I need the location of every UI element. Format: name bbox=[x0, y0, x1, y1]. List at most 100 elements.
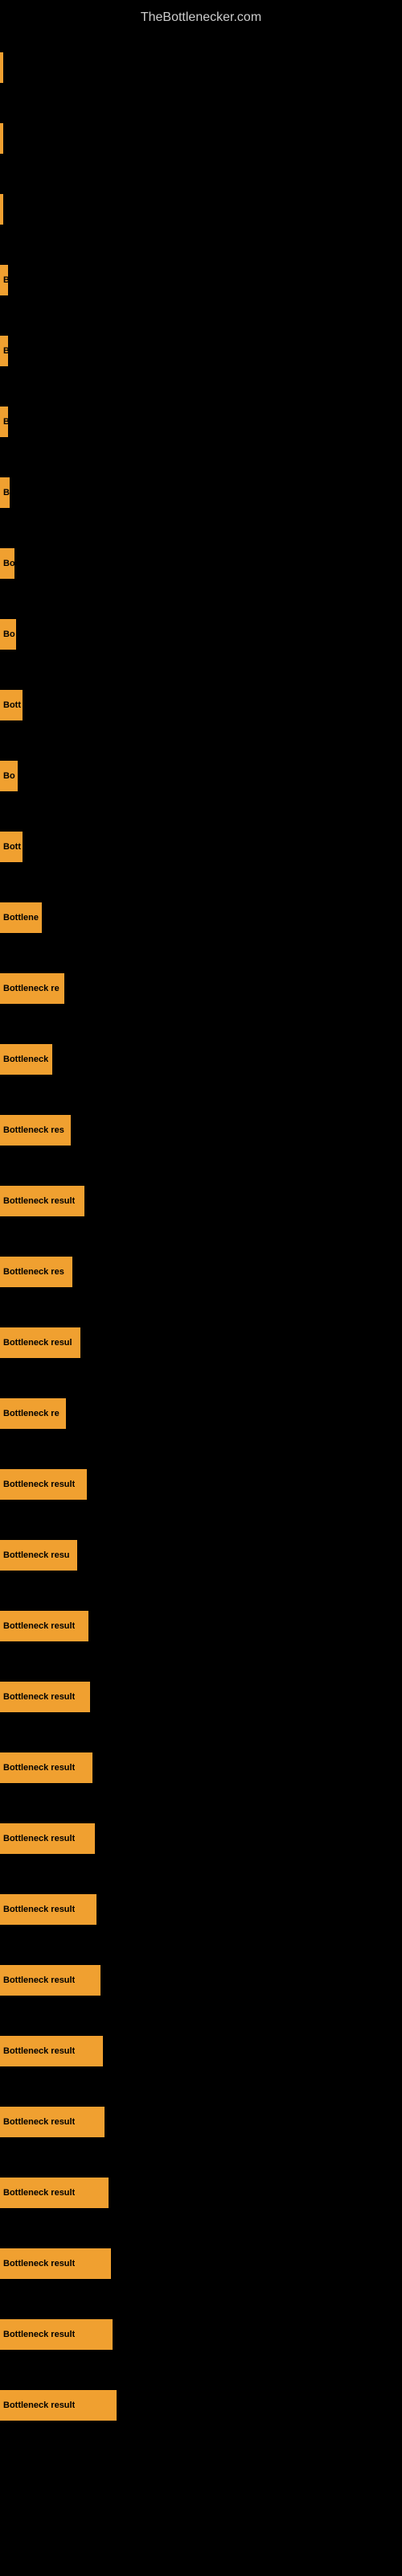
bar-item: Bottleneck re bbox=[0, 973, 64, 1004]
bar-row: Bo bbox=[0, 741, 402, 811]
site-title: TheBottlenecker.com bbox=[0, 4, 402, 31]
bar-label: Bottleneck result bbox=[3, 1905, 75, 1914]
bar-item: Bottleneck result bbox=[0, 2036, 103, 2066]
bar-row: Bo bbox=[0, 528, 402, 599]
bar-label: Bottleneck result bbox=[3, 1621, 75, 1631]
bar-label: Bottleneck result bbox=[3, 1834, 75, 1843]
bar-row: B bbox=[0, 457, 402, 528]
bar-item: Bottleneck result bbox=[0, 2390, 117, 2421]
bar-item: Bottleneck result bbox=[0, 1469, 87, 1500]
bar-row: Bottleneck result bbox=[0, 2228, 402, 2299]
bar-item: Bottleneck result bbox=[0, 2107, 105, 2137]
bar-label: Bottleneck re bbox=[3, 1409, 59, 1418]
bar-row: Bottleneck result bbox=[0, 2157, 402, 2228]
bar-label: Bottleneck result bbox=[3, 2188, 75, 2198]
bar-label: Bott bbox=[3, 842, 21, 852]
bar-row: B bbox=[0, 245, 402, 316]
bars-container: | | | B B B B Bo Bo Bott Bo Bott Bottlene Bottleneck … bbox=[0, 32, 402, 2441]
bar-label: Bottleneck resu bbox=[3, 1550, 70, 1560]
bar-item: Bottleneck resu bbox=[0, 1540, 77, 1571]
bar-label: Bo bbox=[3, 630, 15, 639]
bar-item: Bottleneck result bbox=[0, 1823, 95, 1854]
bar-item: Bottleneck res bbox=[0, 1115, 71, 1146]
bar-row: Bottleneck result bbox=[0, 2299, 402, 2370]
bar-row: Bottleneck result bbox=[0, 1166, 402, 1236]
bar-item: Bottleneck result bbox=[0, 1965, 100, 1996]
bar-row: Bottleneck resu bbox=[0, 1520, 402, 1591]
bar-row: Bottleneck result bbox=[0, 1945, 402, 2016]
bar-label: Bottleneck result bbox=[3, 2401, 75, 2410]
bar-item: Bottleneck result bbox=[0, 2178, 109, 2208]
bar-label: Bottleneck bbox=[3, 1055, 48, 1064]
bar-item: Bo bbox=[0, 548, 14, 579]
bar-item: B bbox=[0, 336, 8, 366]
bar-label: Bottleneck result bbox=[3, 2259, 75, 2268]
bar-row: Bottleneck result bbox=[0, 1662, 402, 1732]
bar-row: Bottleneck result bbox=[0, 1732, 402, 1803]
bar-label: Bottleneck result bbox=[3, 1692, 75, 1702]
bar-row: Bottleneck bbox=[0, 1024, 402, 1095]
bar-row: B bbox=[0, 316, 402, 386]
bar-row: Bottleneck res bbox=[0, 1095, 402, 1166]
bar-item: Bottleneck result bbox=[0, 1682, 90, 1712]
bar-item: Bottleneck res bbox=[0, 1257, 72, 1287]
bar-label: B bbox=[3, 488, 10, 497]
bar-label: Bottleneck result bbox=[3, 1763, 75, 1773]
bar-item: Bo bbox=[0, 761, 18, 791]
bar-label: Bott bbox=[3, 700, 21, 710]
bar-item: | bbox=[0, 123, 3, 154]
bar-label: B bbox=[3, 417, 8, 427]
bar-item: Bo bbox=[0, 619, 16, 650]
bar-item: | bbox=[0, 194, 3, 225]
bar-item: B bbox=[0, 477, 10, 508]
bar-label: B bbox=[3, 275, 8, 285]
bar-item: Bottleneck bbox=[0, 1044, 52, 1075]
bar-row: Bottleneck resul bbox=[0, 1307, 402, 1378]
bar-row: Bottleneck res bbox=[0, 1236, 402, 1307]
bar-row: Bottleneck result bbox=[0, 1591, 402, 1662]
bar-row: | bbox=[0, 103, 402, 174]
bar-item: | bbox=[0, 52, 3, 83]
bar-label: Bottleneck result bbox=[3, 2046, 75, 2056]
bar-row: Bottleneck result bbox=[0, 2087, 402, 2157]
bar-row: Bottleneck result bbox=[0, 1449, 402, 1520]
bar-row: Bott bbox=[0, 811, 402, 882]
bar-row: Bottlene bbox=[0, 882, 402, 953]
bar-item: Bottlene bbox=[0, 902, 42, 933]
bar-item: B bbox=[0, 265, 8, 295]
bar-row: | bbox=[0, 174, 402, 245]
bar-item: Bottleneck result bbox=[0, 2248, 111, 2279]
bar-item: Bottleneck result bbox=[0, 1611, 88, 1641]
bar-row: | bbox=[0, 32, 402, 103]
bar-row: Bottleneck result bbox=[0, 1803, 402, 1874]
bar-item: Bottleneck result bbox=[0, 2319, 113, 2350]
bar-item: Bottleneck result bbox=[0, 1752, 92, 1783]
bar-row: Bo bbox=[0, 599, 402, 670]
bar-row: Bott bbox=[0, 670, 402, 741]
bar-label: Bottleneck res bbox=[3, 1125, 64, 1135]
bar-item: Bott bbox=[0, 690, 23, 720]
bar-label: Bottleneck resul bbox=[3, 1338, 72, 1348]
bar-item: Bottleneck result bbox=[0, 1894, 96, 1925]
bar-item: Bott bbox=[0, 832, 23, 862]
bar-item: Bottleneck re bbox=[0, 1398, 66, 1429]
bar-item: B bbox=[0, 407, 8, 437]
bar-row: Bottleneck result bbox=[0, 1874, 402, 1945]
bar-label: Bottleneck result bbox=[3, 2330, 75, 2339]
bar-label: Bottleneck res bbox=[3, 1267, 64, 1277]
bar-item: Bottleneck resul bbox=[0, 1327, 80, 1358]
bar-label: Bo bbox=[3, 771, 15, 781]
bar-row: Bottleneck result bbox=[0, 2016, 402, 2087]
bar-label: B bbox=[3, 346, 8, 356]
bar-label: Bottleneck result bbox=[3, 1196, 75, 1206]
bar-label: Bottleneck result bbox=[3, 2117, 75, 2127]
bar-label: Bottleneck result bbox=[3, 1480, 75, 1489]
bar-label: Bo bbox=[3, 559, 14, 568]
bar-item: Bottleneck result bbox=[0, 1186, 84, 1216]
bar-label: Bottleneck result bbox=[3, 1975, 75, 1985]
bar-label: Bottleneck re bbox=[3, 984, 59, 993]
bar-label: Bottlene bbox=[3, 913, 39, 923]
bar-row: Bottleneck re bbox=[0, 953, 402, 1024]
bar-row: Bottleneck result bbox=[0, 2370, 402, 2441]
bar-row: Bottleneck re bbox=[0, 1378, 402, 1449]
